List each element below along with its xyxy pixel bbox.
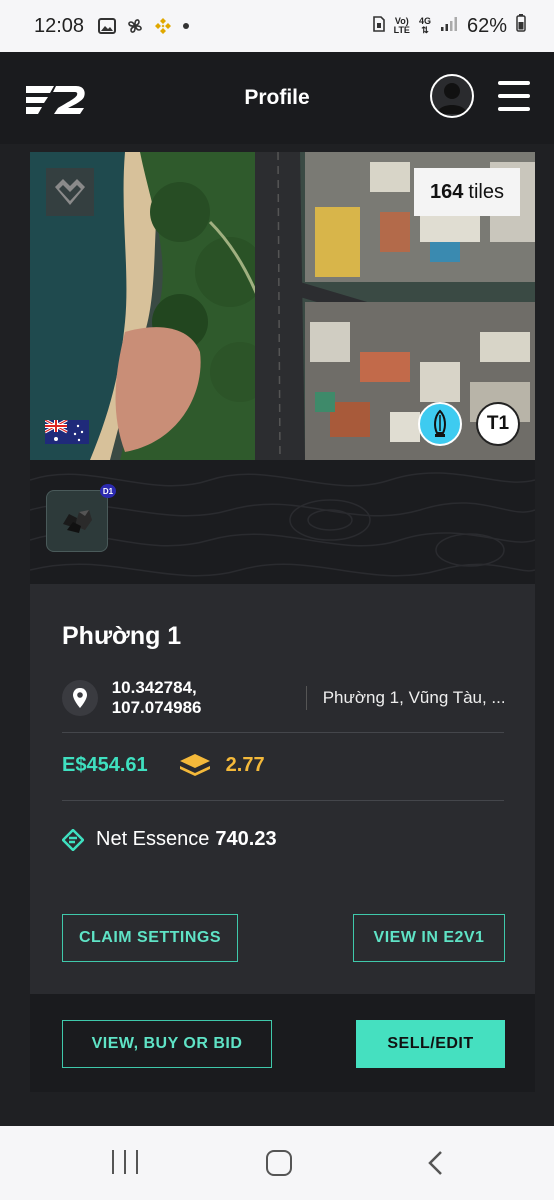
tier-badge: T1: [476, 402, 520, 446]
system-nav-bar: [0, 1126, 554, 1200]
volte-bottom: LTE: [393, 25, 410, 35]
price-row: E$454.61 2.77: [62, 752, 265, 778]
actions-panel: VIEW, BUY OR BID SELL/EDIT: [30, 994, 535, 1092]
battery-icon: [516, 14, 526, 38]
price-value: E$454.61: [62, 753, 148, 776]
resource-tile-button[interactable]: [46, 490, 108, 552]
essence-label: Net Essence: [96, 828, 210, 850]
pinwheel-icon: [126, 17, 144, 35]
hamburger-menu-icon[interactable]: [498, 81, 530, 111]
dot-icon: [182, 22, 190, 30]
recents-line: [136, 1150, 138, 1174]
binance-icon: [154, 17, 172, 35]
back-icon[interactable]: [426, 1150, 446, 1176]
gallery-icon: [98, 18, 117, 34]
recents-icon[interactable]: [112, 1150, 138, 1174]
satellite-map[interactable]: 164 tiles T1: [30, 152, 535, 460]
volte-indicator: Vo) LTE: [394, 17, 410, 35]
signal-icon: [440, 15, 458, 38]
sell-edit-button[interactable]: SELL/EDIT: [356, 1020, 505, 1068]
divider: [62, 800, 504, 801]
claim-settings-button[interactable]: CLAIM SETTINGS: [62, 914, 238, 962]
recents-line: [112, 1150, 114, 1174]
essence-value: 740.23: [215, 828, 277, 850]
home-icon[interactable]: [266, 1150, 292, 1176]
location-row: 10.342784, 107.074986 Phường 1, Vũng Tàu…: [62, 678, 504, 717]
australia-flag-icon: [44, 418, 89, 444]
data-indicator: 4G ⇅: [419, 17, 431, 35]
coordinates: 10.342784, 107.074986: [111, 678, 202, 717]
tiles-count-badge: 164 tiles: [414, 168, 520, 216]
class-tier-icon: [418, 402, 462, 446]
status-time: 12:08: [34, 14, 85, 37]
tiles-label: tiles: [468, 180, 504, 203]
sim-icon: [372, 15, 385, 38]
property-name: Phường 1: [62, 622, 182, 650]
menu-line: [498, 94, 530, 98]
net-essence-row: Net Essence 740.23: [62, 828, 277, 851]
status-bar: 12:08 Vo) LTE 4G ⇅ 62%: [0, 0, 554, 52]
coal-icon: [59, 504, 95, 539]
avatar-button[interactable]: [430, 74, 474, 118]
location-pin-icon: [62, 680, 98, 716]
recents-line: [124, 1150, 126, 1174]
app-header: Profile: [0, 52, 554, 144]
battery-percent: 62%: [466, 14, 507, 37]
yield-value: 2.77: [225, 753, 265, 776]
property-info-panel: Phường 1 10.342784, 107.074986 Phường 1,…: [30, 584, 535, 994]
resource-strip: D1: [30, 460, 535, 584]
menu-line: [498, 81, 530, 85]
address: Phường 1, Vũng Tàu, ...: [322, 688, 504, 707]
menu-line: [498, 107, 530, 111]
view-in-e2v1-button[interactable]: VIEW IN E2V1: [353, 914, 505, 962]
divider: [305, 686, 307, 710]
essence-icon: [62, 828, 84, 851]
layers-icon: [178, 752, 212, 778]
data-arrows-icon: ⇅: [421, 25, 429, 35]
view-buy-bid-button[interactable]: VIEW, BUY OR BID: [62, 1020, 272, 1068]
e2-badge-icon: [46, 168, 94, 216]
tiles-count: 164: [430, 180, 464, 203]
divider: [62, 732, 504, 733]
depot-badge: D1: [100, 484, 116, 498]
